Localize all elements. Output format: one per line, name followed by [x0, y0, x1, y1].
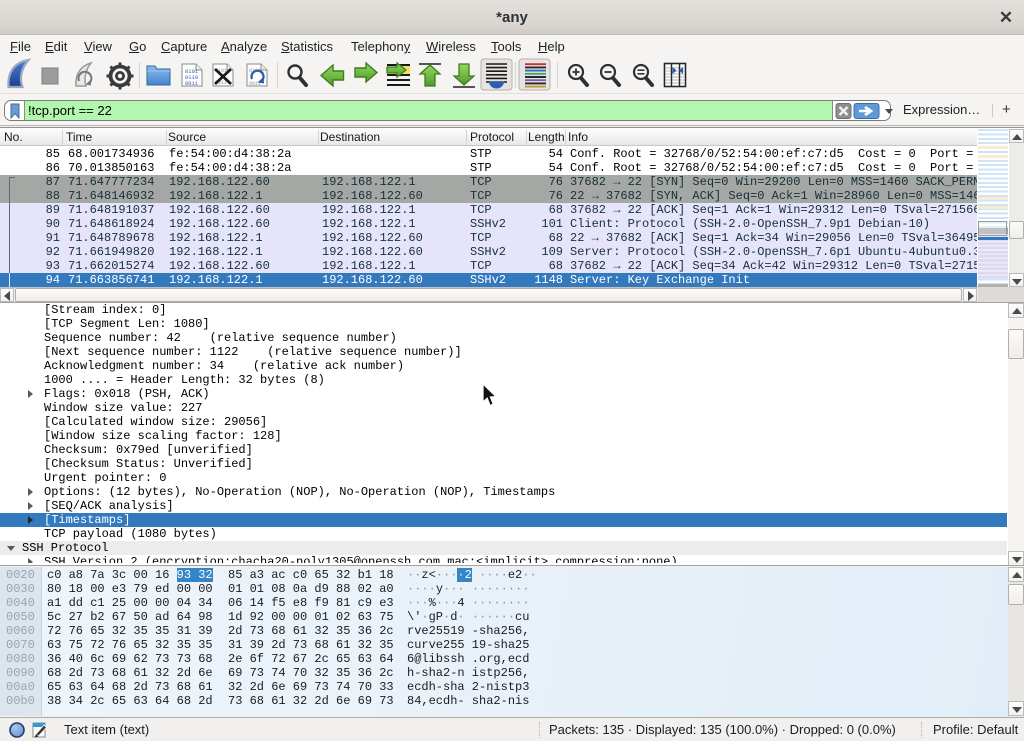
svg-text:0011: 0011: [185, 80, 199, 87]
